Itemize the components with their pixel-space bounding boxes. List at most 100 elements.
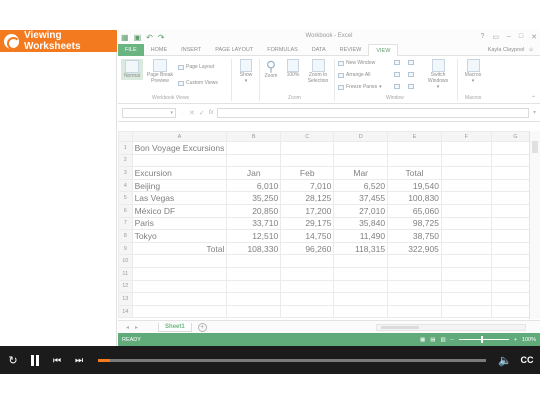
tab-formulas[interactable]: FORMULAS — [260, 44, 305, 56]
pause-button[interactable] — [28, 354, 42, 366]
cell[interactable] — [333, 153, 389, 168]
new-window-button[interactable]: New Window — [338, 60, 375, 66]
column-header[interactable]: C — [280, 131, 335, 142]
row-header[interactable]: 10 — [118, 254, 133, 268]
help-icon[interactable]: ? — [480, 33, 484, 41]
zoom-out-icon[interactable]: – — [451, 337, 454, 343]
cell[interactable] — [131, 153, 228, 168]
cell[interactable] — [131, 254, 228, 268]
unhide-button[interactable] — [394, 84, 400, 89]
save-icon[interactable]: ▣ — [134, 33, 142, 42]
cell[interactable] — [440, 304, 492, 319]
cell[interactable] — [333, 266, 389, 281]
cell[interactable] — [440, 292, 492, 306]
cell[interactable]: 100,830 — [387, 191, 442, 205]
hide-button[interactable] — [394, 72, 400, 77]
column-header[interactable]: B — [226, 131, 282, 142]
cell[interactable]: 7,010 — [280, 178, 335, 193]
view-side-by-side-button[interactable] — [408, 60, 414, 65]
cell[interactable]: Feb — [280, 166, 335, 180]
cell[interactable] — [440, 203, 492, 218]
row-header[interactable]: 1 — [118, 141, 133, 155]
row-header[interactable]: 9 — [118, 241, 133, 256]
cell[interactable] — [226, 153, 282, 168]
normal-view-button[interactable]: Normal — [121, 59, 143, 80]
cell[interactable] — [387, 279, 442, 294]
column-header[interactable]: D — [333, 131, 389, 142]
arrange-all-button[interactable]: Arrange All — [338, 72, 370, 78]
cell[interactable] — [131, 266, 228, 281]
zoom-to-selection-button[interactable]: Zoom to Selection — [304, 59, 332, 84]
name-box[interactable]: ▾ — [122, 107, 176, 118]
freeze-panes-button[interactable]: Freeze Panes ▾ — [338, 84, 382, 90]
row-header[interactable]: 11 — [118, 266, 133, 281]
cell[interactable] — [280, 292, 335, 306]
cell[interactable]: Total — [387, 166, 442, 180]
user-account[interactable]: Kayla Claypool ☺ — [488, 47, 540, 53]
cell[interactable] — [333, 292, 389, 306]
cell[interactable] — [440, 229, 492, 243]
cell[interactable] — [440, 254, 492, 268]
tab-view[interactable]: VIEW — [368, 43, 399, 56]
cell[interactable] — [440, 266, 492, 281]
row-header[interactable]: 8 — [118, 229, 133, 243]
sheet-tab-sheet1[interactable]: Sheet1 — [158, 322, 192, 332]
cell[interactable] — [226, 141, 282, 155]
redo-icon[interactable]: ↷ — [158, 33, 165, 42]
expand-formula-bar-icon[interactable]: ▾ — [533, 109, 536, 116]
vertical-scrollbar[interactable] — [529, 131, 540, 319]
cell[interactable]: 6,010 — [226, 178, 282, 193]
tab-page-layout[interactable]: PAGE LAYOUT — [208, 44, 260, 56]
cell[interactable]: Tokyo — [131, 229, 228, 243]
cell[interactable] — [333, 279, 389, 294]
cancel-entry-icon[interactable]: ✕ — [189, 109, 195, 117]
minimize-icon[interactable]: – — [507, 33, 511, 41]
page-layout-status-icon[interactable]: ▤ — [430, 337, 435, 343]
cell[interactable] — [440, 153, 492, 168]
next-icon[interactable]: ⏭ — [72, 355, 86, 366]
zoom-100-button[interactable]: 100% — [283, 59, 303, 78]
cell[interactable] — [440, 216, 492, 231]
cell[interactable]: 65,060 — [387, 203, 442, 218]
reset-window-position-button[interactable] — [408, 84, 414, 89]
cell[interactable]: 98,725 — [387, 216, 442, 231]
cell[interactable]: 19,540 — [387, 178, 442, 193]
page-layout-button[interactable]: Page Layout — [178, 64, 214, 70]
cell[interactable]: 27,010 — [333, 203, 389, 218]
cell[interactable]: 33,710 — [226, 216, 282, 231]
cell[interactable] — [280, 153, 335, 168]
next-sheet-icon[interactable]: ▸ — [135, 324, 138, 331]
cell[interactable]: 35,840 — [333, 216, 389, 231]
cell[interactable] — [440, 279, 492, 294]
row-header[interactable]: 7 — [118, 216, 133, 231]
tab-data[interactable]: DATA — [305, 44, 333, 56]
column-header[interactable]: E — [387, 131, 442, 142]
worksheet-grid[interactable]: A B C D E F G 1 Bon Voyage Excursions 2 3 Ex… — [118, 131, 540, 331]
column-header[interactable]: A — [131, 131, 228, 142]
cell[interactable]: Total — [131, 241, 228, 256]
cell[interactable] — [440, 178, 492, 193]
cell[interactable]: 17,200 — [280, 203, 335, 218]
row-header[interactable]: 12 — [118, 279, 133, 294]
switch-windows-button[interactable]: Switch Windows ▾ — [424, 59, 452, 90]
macros-button[interactable]: Macros ▾ — [461, 59, 485, 84]
cell[interactable] — [387, 304, 442, 319]
collapse-ribbon-icon[interactable]: ⌃ — [531, 95, 536, 102]
cell[interactable]: Beijing — [131, 178, 228, 193]
cell[interactable] — [387, 292, 442, 306]
cell[interactable]: 14,750 — [280, 229, 335, 243]
insert-function-icon[interactable]: fx — [209, 110, 214, 116]
cell[interactable] — [387, 141, 442, 155]
cell[interactable]: 11,490 — [333, 229, 389, 243]
cell[interactable]: Paris — [131, 216, 228, 231]
row-header[interactable]: 2 — [118, 153, 133, 168]
column-header[interactable]: F — [440, 131, 492, 142]
cell[interactable]: 29,175 — [280, 216, 335, 231]
zoom-slider[interactable] — [458, 336, 509, 343]
row-header[interactable]: 14 — [118, 304, 133, 319]
cell[interactable] — [280, 304, 335, 319]
zoom-in-icon[interactable]: + — [514, 337, 517, 343]
undo-icon[interactable]: ↶ — [146, 33, 153, 42]
cell[interactable]: Mar — [333, 166, 389, 180]
formula-input[interactable] — [217, 107, 529, 118]
